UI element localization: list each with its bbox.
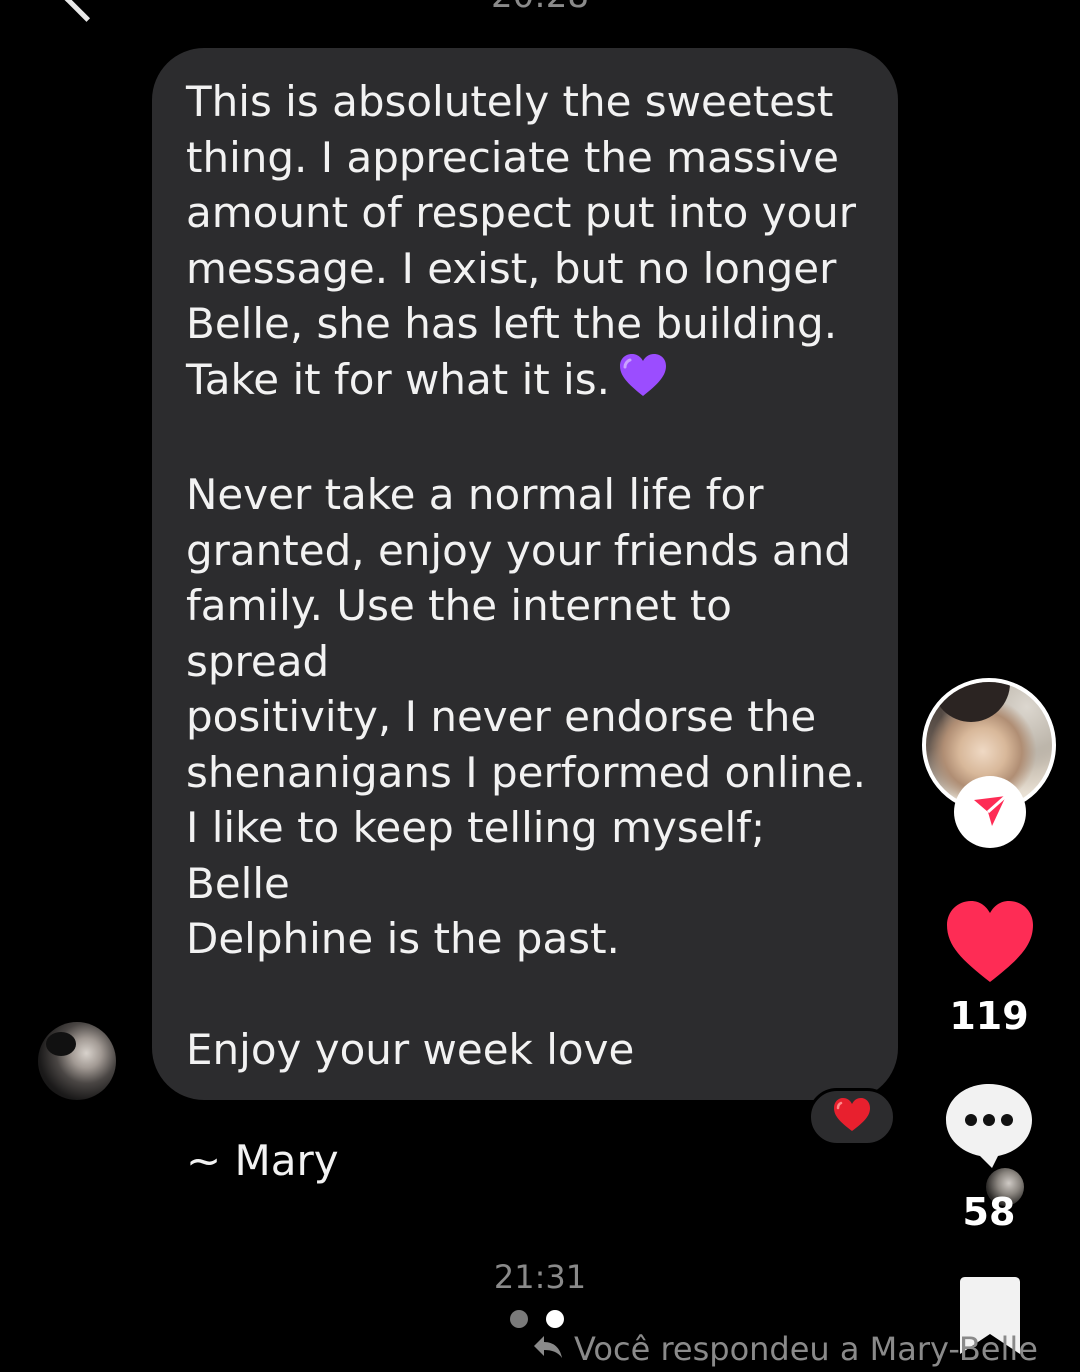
sender-avatar[interactable] (38, 1022, 116, 1100)
like-heart-icon[interactable] (944, 898, 1036, 986)
reply-indicator: Você respondeu a Mary-Belle (532, 1326, 1038, 1372)
chat-screenshot: 20:28 This is absolutely the sweetest th… (0, 0, 1080, 1372)
top-timestamp: 20:28 (470, 0, 610, 16)
back-chevron-icon[interactable] (63, 0, 110, 22)
message-bubble[interactable]: This is absolutely the sweetest thing. I… (152, 48, 898, 1185)
page-dot-1[interactable] (510, 1310, 528, 1328)
reply-text: Você respondeu a Mary-Belle (574, 1330, 1038, 1368)
purple-heart-icon (618, 352, 668, 412)
message-text-1: This is absolutely the sweetest thing. I… (186, 77, 857, 404)
bottom-timestamp: 21:31 (493, 1258, 587, 1296)
comment-bubble-icon[interactable] (942, 1080, 1036, 1170)
message-paragraph-3: Enjoy your week love (186, 1025, 635, 1075)
like-count: 119 (949, 994, 1029, 1038)
send-arrow-icon (970, 790, 1010, 834)
message-signature: ~ Mary (186, 1136, 339, 1186)
red-heart-icon (832, 1097, 872, 1137)
reaction-badge[interactable] (808, 1088, 896, 1146)
reply-arrow-icon (532, 1330, 564, 1368)
comment-count: 58 (962, 1190, 1016, 1234)
message-paragraph-1: This is absolutely the sweetest thing. I… (186, 74, 868, 412)
follow-button[interactable] (954, 776, 1026, 848)
message-paragraph-2: Never take a normal life for granted, en… (186, 470, 866, 964)
